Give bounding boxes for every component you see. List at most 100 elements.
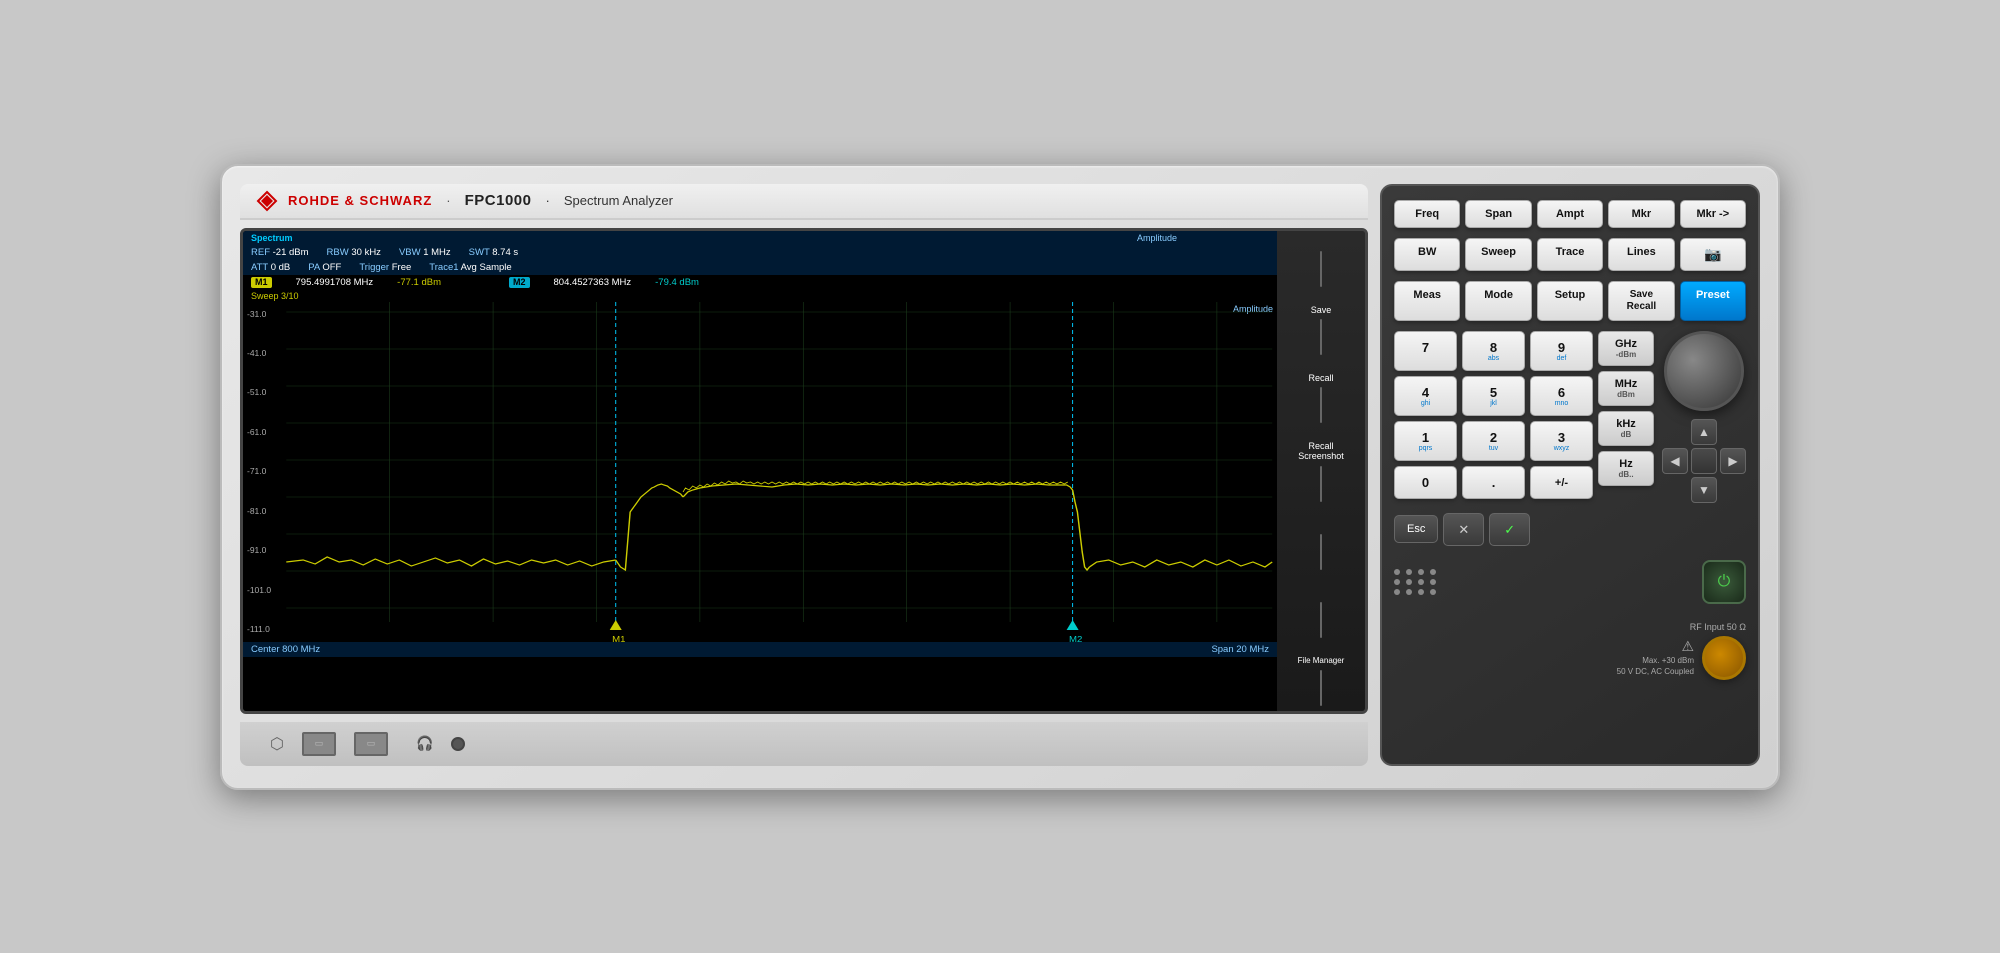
att-label: ATT 0 dB — [251, 262, 290, 273]
bottom-right-panel: ⏻ — [1394, 556, 1746, 608]
headphone-symbol: 🎧 — [416, 735, 433, 752]
num-5[interactable]: 5 jkl — [1462, 376, 1525, 416]
num-9[interactable]: 9 def — [1530, 331, 1593, 371]
units-column: GHz -dBm MHz dBm kHz dB Hz dB.. — [1598, 331, 1654, 499]
num-3[interactable]: 3 wxyz — [1530, 421, 1593, 461]
mhz-button[interactable]: MHz dBm — [1598, 371, 1654, 406]
esc-button[interactable]: Esc — [1394, 515, 1438, 543]
m2-badge: M2 — [509, 277, 530, 288]
mode-button[interactable]: Mode — [1465, 281, 1531, 321]
num-2[interactable]: 2 tuv — [1462, 421, 1525, 461]
model-name: FPC1000 — [465, 192, 532, 209]
softkey-recall: Recall — [1283, 371, 1359, 423]
trace-label: Trace1 Avg Sample — [429, 262, 511, 273]
ghz-button[interactable]: GHz -dBm — [1598, 331, 1654, 366]
span-button[interactable]: Span — [1465, 200, 1531, 228]
delete-button[interactable]: ✕ — [1443, 513, 1484, 546]
center-freq: Center 800 MHz — [251, 644, 320, 655]
right-panel: Freq Span Ampt Mkr Mkr -> BW Sweep Trace… — [1380, 184, 1760, 766]
num-8[interactable]: 8 abs — [1462, 331, 1525, 371]
headphone-port[interactable] — [451, 737, 465, 751]
nav-up[interactable]: ▲ — [1691, 419, 1717, 445]
camera-button[interactable]: 📷 — [1680, 238, 1746, 271]
trace-button[interactable]: Trace — [1537, 238, 1603, 271]
power-button[interactable]: ⏻ — [1702, 560, 1746, 604]
softkey-btn-6[interactable] — [1320, 602, 1322, 638]
rf-input-section: RF Input 50 Ω ⚠ Max. +30 dBm 50 V DC, AC… — [1394, 618, 1746, 684]
softkey-btn-5[interactable] — [1320, 534, 1322, 570]
softkey-file-manager: File Manager — [1283, 654, 1359, 706]
nav-down[interactable]: ▼ — [1691, 477, 1717, 503]
pa-label: PA OFF — [308, 262, 341, 273]
num-dot[interactable]: . — [1462, 466, 1525, 499]
lines-button[interactable]: Lines — [1608, 238, 1674, 271]
svg-text:M1: M1 — [612, 634, 625, 641]
warning-icon: ⚠ — [1617, 638, 1694, 655]
hz-button[interactable]: Hz dB.. — [1598, 451, 1654, 486]
num-plusminus[interactable]: +/- — [1530, 466, 1593, 499]
softkey-btn-1[interactable] — [1320, 251, 1322, 287]
left-panel: ROHDE & SCHWARZ · FPC1000 · Spectrum Ana… — [240, 184, 1368, 766]
svg-text:M2: M2 — [1069, 634, 1082, 641]
brand-name: ROHDE & SCHWARZ — [288, 193, 432, 208]
dots-grid — [1394, 569, 1438, 595]
controls-row: 7 8 abs 9 def 4 ghi — [1394, 331, 1746, 503]
m1-val: -77.1 dBm — [397, 277, 441, 288]
usb-symbol: ⬡ — [270, 734, 284, 754]
span-label: Span 20 MHz — [1211, 644, 1269, 655]
rf-connector[interactable] — [1702, 636, 1746, 680]
chart-area: -31.0 -41.0 -51.0 -61.0 -71.0 -81.0 -91.… — [243, 302, 1277, 642]
softkey-recall-screenshot: RecallScreenshot — [1283, 439, 1359, 503]
softkey-btn-save[interactable] — [1320, 319, 1322, 355]
spectrum-chart: M1 M2 — [243, 302, 1277, 642]
vbw-label: VBW 1 MHz — [399, 247, 451, 258]
softkey-btn-recall[interactable] — [1320, 387, 1322, 423]
mkr-button[interactable]: Mkr — [1608, 200, 1674, 228]
device-body: ROHDE & SCHWARZ · FPC1000 · Spectrum Ana… — [220, 164, 1780, 790]
num-7[interactable]: 7 — [1394, 331, 1457, 371]
num-0[interactable]: 0 — [1394, 466, 1457, 499]
num-6[interactable]: 6 mno — [1530, 376, 1593, 416]
function-buttons-row2: BW Sweep Trace Lines 📷 — [1394, 238, 1746, 271]
freq-button[interactable]: Freq — [1394, 200, 1460, 228]
brand-logo: ROHDE & SCHWARZ — [256, 190, 432, 212]
m2-freq: 804.4527363 MHz — [554, 277, 632, 288]
preset-button[interactable]: Preset — [1680, 281, 1746, 321]
dc-rating-label: 50 V DC, AC Coupled — [1617, 666, 1694, 677]
marker-bar: M1 795.4991708 MHz -77.1 dBm M2 804.4527… — [243, 275, 1277, 290]
softkey-btn-recall-screenshot[interactable] — [1320, 466, 1322, 502]
m1-freq: 795.4991708 MHz — [296, 277, 374, 288]
bottom-ports: ⬡ ▭ ▭ 🎧 — [240, 722, 1368, 766]
num-4[interactable]: 4 ghi — [1394, 376, 1457, 416]
num-1[interactable]: 1 pqrs — [1394, 421, 1457, 461]
usb-port-2[interactable]: ▭ — [354, 732, 388, 756]
khz-button[interactable]: kHz dB — [1598, 411, 1654, 446]
nav-left[interactable]: ◀ — [1662, 448, 1688, 474]
softkeys-panel: Save Recall RecallScreenshot — [1277, 231, 1365, 711]
confirm-button[interactable]: ✓ — [1489, 513, 1530, 546]
usb-port-1[interactable]: ▭ — [302, 732, 336, 756]
meas-button[interactable]: Meas — [1394, 281, 1460, 321]
softkey-empty1 — [1283, 518, 1359, 570]
ampt-button[interactable]: Ampt — [1537, 200, 1603, 228]
spectrum-display[interactable]: Spectrum Amplitude REF -21 dBm RBW 30 kH… — [243, 231, 1277, 711]
setup-button[interactable]: Setup — [1537, 281, 1603, 321]
softkey-btn-file-manager[interactable] — [1320, 670, 1322, 706]
sweep-button[interactable]: Sweep — [1465, 238, 1531, 271]
amplitude-header: Amplitude — [1137, 233, 1177, 243]
ref-label: REF -21 dBm — [251, 247, 309, 258]
mkr-arrow-button[interactable]: Mkr -> — [1680, 200, 1746, 228]
nav-right[interactable]: ▶ — [1720, 448, 1746, 474]
device-subtitle: Spectrum Analyzer — [564, 193, 673, 208]
display-top-bar: Spectrum Amplitude — [243, 231, 1277, 245]
bw-button[interactable]: BW — [1394, 238, 1460, 271]
save-recall-button[interactable]: SaveRecall — [1608, 281, 1674, 321]
softkey-empty2 — [1283, 586, 1359, 638]
param-row1: REF -21 dBm RBW 30 kHz VBW 1 MHz SWT 8.7… — [243, 245, 1277, 260]
max-power-label: Max. +30 dBm — [1617, 655, 1694, 666]
nav-center[interactable] — [1691, 448, 1717, 474]
rotary-knob[interactable] — [1664, 331, 1744, 411]
function-buttons-row3: Meas Mode Setup SaveRecall Preset — [1394, 281, 1746, 321]
bottom-bar: Center 800 MHz Span 20 MHz — [243, 642, 1277, 657]
trigger-label: Trigger Free — [359, 262, 411, 273]
